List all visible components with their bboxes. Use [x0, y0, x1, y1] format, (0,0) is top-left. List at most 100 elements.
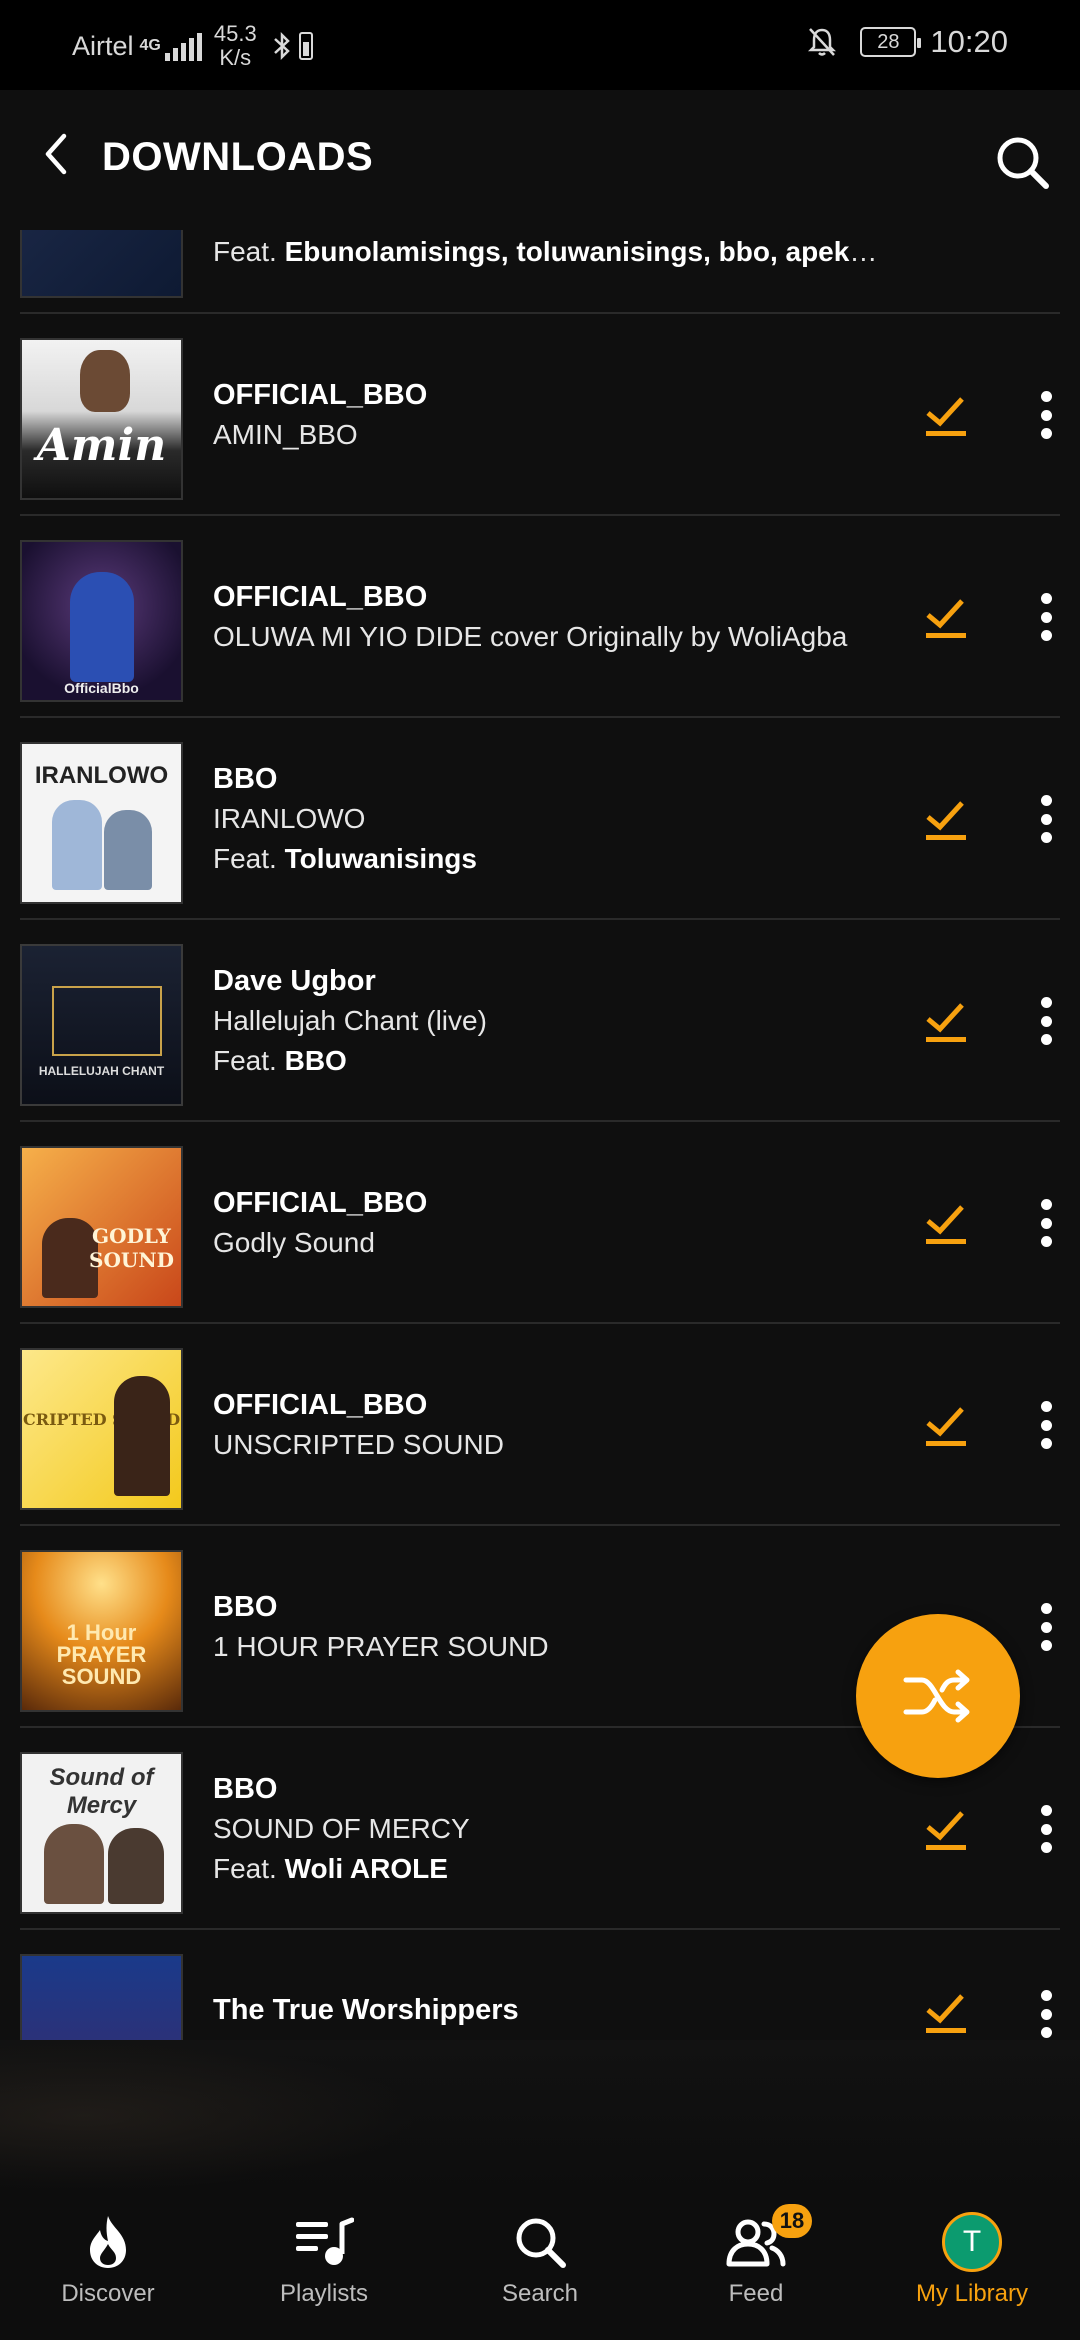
- more-options-button[interactable]: [1036, 1805, 1056, 1853]
- speed-value: 45.3: [213, 21, 257, 46]
- track-info: OFFICIAL_BBO Godly Sound: [213, 1183, 890, 1263]
- list-item[interactable]: Amin OFFICIAL_BBO AMIN_BBO: [0, 314, 1080, 516]
- track-title: AMIN_BBO: [213, 419, 358, 450]
- bottom-navigation: Discover Playlists Search 18 Feed T My L…: [0, 2190, 1080, 2340]
- track-featuring: Feat. Ebunolamisings, toluwanisings, bbo…: [213, 236, 890, 267]
- track-info: Feat. Ebunolamisings, toluwanisings, bbo…: [213, 232, 890, 272]
- nav-label: Discover: [61, 2280, 155, 2307]
- artwork-text: OfficialBbo: [64, 680, 139, 696]
- track-artist: BBO: [213, 1591, 278, 1623]
- track-artist: OFFICIAL_BBO: [213, 581, 428, 613]
- battery-level: 28: [877, 30, 900, 53]
- nav-label: My Library: [915, 2280, 1029, 2307]
- nav-feed[interactable]: 18 Feed: [648, 2190, 864, 2340]
- track-artist: OFFICIAL_BBO: [213, 379, 428, 411]
- bluetooth-icon: [273, 31, 290, 61]
- track-artist: OFFICIAL_BBO: [213, 1187, 428, 1219]
- more-options-button[interactable]: [1036, 1199, 1056, 1247]
- track-info: Dave Ugbor Hallelujah Chant (live) Feat.…: [213, 961, 890, 1081]
- back-button[interactable]: [28, 126, 84, 182]
- track-featuring: Feat. Woli AROLE: [213, 1853, 448, 1884]
- track-artwork: 1 Hour PRAYER SOUND: [20, 1550, 183, 1712]
- playlist-icon: [296, 2217, 354, 2265]
- avatar: T: [942, 2212, 1002, 2272]
- flame-icon: [90, 2216, 126, 2268]
- nav-discover[interactable]: Discover: [0, 2190, 216, 2340]
- clock: 10:20: [930, 24, 1008, 59]
- downloaded-check-icon[interactable]: [924, 1401, 968, 1449]
- track-info: OFFICIAL_BBO AMIN_BBO: [213, 375, 890, 455]
- track-info: BBO IRANLOWO Feat. Toluwanisings: [213, 759, 890, 879]
- more-options-button[interactable]: [1036, 1401, 1056, 1449]
- speed-unit: K/s: [219, 45, 252, 70]
- artwork-text: IRANLOWO: [34, 762, 169, 789]
- more-options-button[interactable]: [1036, 795, 1056, 843]
- network-speed: 45.3 K/s: [214, 22, 257, 70]
- artwork-text: Amin: [36, 420, 167, 471]
- search-icon: [997, 137, 1049, 189]
- more-options-button[interactable]: [1036, 593, 1056, 641]
- list-item[interactable]: HALLELUJAH CHANT Dave Ugbor Hallelujah C…: [0, 920, 1080, 1122]
- nav-search[interactable]: Search: [432, 2190, 648, 2340]
- track-artist: BBO: [213, 1773, 278, 1805]
- track-featuring: Feat. Toluwanisings: [213, 843, 477, 874]
- track-info: OFFICIAL_BBO OLUWA MI YIO DIDE cover Ori…: [213, 577, 890, 657]
- nav-playlists[interactable]: Playlists: [216, 2190, 432, 2340]
- artwork-text: HALLELUJAH CHANT: [38, 1064, 165, 1078]
- list-item[interactable]: IRANLOWO BBO IRANLOWO Feat. Toluwanising…: [0, 718, 1080, 920]
- phone-battery-icon: [298, 32, 313, 60]
- back-arrow-icon: [45, 133, 67, 175]
- nav-my-library[interactable]: T My Library: [864, 2190, 1080, 2340]
- track-artist: BBO: [213, 763, 278, 795]
- track-artwork: [20, 230, 183, 298]
- feed-badge: 18: [772, 2204, 812, 2238]
- artwork-text: 1 Hour PRAYER SOUND: [56, 1620, 147, 1689]
- list-item[interactable]: The True Worshippers: [0, 1930, 1080, 2040]
- list-item[interactable]: UNSCRIPTED SOUND OFFICIAL_BBO UNSCRIPTED…: [0, 1324, 1080, 1526]
- track-info: BBO SOUND OF MERCY Feat. Woli AROLE: [213, 1769, 890, 1889]
- downloaded-check-icon[interactable]: [924, 1805, 968, 1853]
- more-options-button[interactable]: [1036, 1603, 1056, 1651]
- downloaded-check-icon[interactable]: [924, 1988, 968, 2036]
- downloaded-check-icon[interactable]: [924, 997, 968, 1045]
- search-icon: [516, 2218, 566, 2268]
- more-options-button[interactable]: [1036, 1990, 1056, 2038]
- track-title: 1 HOUR PRAYER SOUND: [213, 1631, 549, 1662]
- player-placeholder-area: [0, 2040, 1080, 2190]
- nav-label: Feed: [728, 2280, 784, 2307]
- track-artwork: [20, 1954, 183, 2040]
- track-title: SOUND OF MERCY: [213, 1813, 470, 1844]
- list-item[interactable]: OfficialBbo OFFICIAL_BBO OLUWA MI YIO DI…: [0, 516, 1080, 718]
- app-header: DOWNLOADS: [0, 90, 1080, 230]
- search-button[interactable]: [992, 132, 1052, 192]
- track-artist: Dave Ugbor: [213, 965, 376, 997]
- track-info: BBO 1 HOUR PRAYER SOUND: [213, 1587, 890, 1667]
- notifications-off-icon: [808, 28, 837, 56]
- list-item[interactable]: Feat. Ebunolamisings, toluwanisings, bbo…: [0, 230, 1080, 314]
- carrier-name: Airtel: [72, 30, 134, 61]
- list-item[interactable]: GODLY SOUND OFFICIAL_BBO Godly Sound: [0, 1122, 1080, 1324]
- track-artist: OFFICIAL_BBO: [213, 1389, 428, 1421]
- shuffle-icon: [903, 1669, 970, 1723]
- network-type: 4G: [139, 37, 161, 54]
- downloaded-check-icon[interactable]: [924, 391, 968, 439]
- nav-label: Search: [501, 2280, 579, 2307]
- signal-icon: [164, 31, 202, 61]
- status-bar: Airtel 4G 45.3 K/s 28 10:20: [0, 0, 1080, 90]
- track-title: IRANLOWO: [213, 803, 366, 834]
- downloaded-check-icon[interactable]: [924, 1199, 968, 1247]
- more-options-button[interactable]: [1036, 391, 1056, 439]
- track-artwork: HALLELUJAH CHANT: [20, 944, 183, 1106]
- track-title: Godly Sound: [213, 1227, 375, 1258]
- status-left: Airtel 4G 45.3 K/s: [72, 22, 313, 70]
- shuffle-button[interactable]: [856, 1614, 1020, 1778]
- track-title: OLUWA MI YIO DIDE cover Originally by Wo…: [213, 621, 848, 652]
- battery-icon: 28: [860, 27, 922, 57]
- downloaded-check-icon[interactable]: [924, 593, 968, 641]
- more-options-button[interactable]: [1036, 997, 1056, 1045]
- track-artwork: IRANLOWO: [20, 742, 183, 904]
- track-artwork: Sound of Mercy: [20, 1752, 183, 1914]
- downloaded-check-icon[interactable]: [924, 795, 968, 843]
- track-title: UNSCRIPTED SOUND: [213, 1429, 504, 1460]
- artwork-text: Sound of Mercy: [49, 1764, 154, 1819]
